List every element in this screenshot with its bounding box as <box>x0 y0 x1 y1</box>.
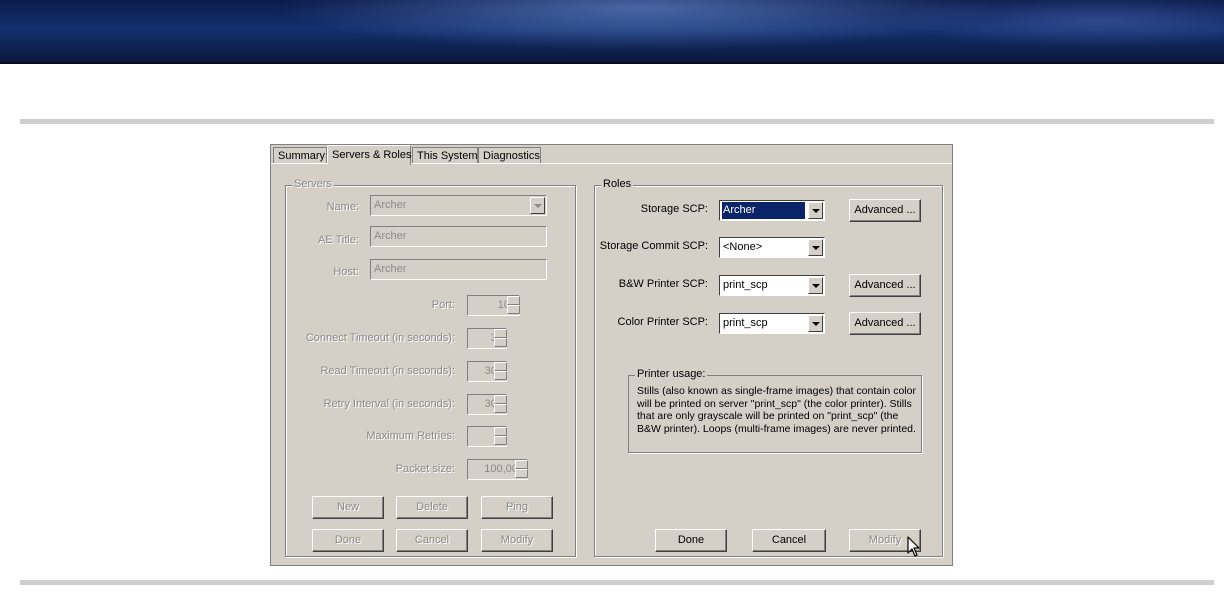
max-retries-arrows[interactable] <box>494 427 507 446</box>
chevron-down-icon <box>533 203 542 208</box>
name-label: Name: <box>326 201 359 213</box>
printer-usage-box: Printer usage: Stills (also known as sin… <box>628 368 922 453</box>
retry-interval-label: Retry Interval (in seconds): <box>323 398 455 410</box>
name-select-value: Archer <box>374 199 407 211</box>
name-dropdown-button[interactable] <box>530 197 545 214</box>
host-label: Host: <box>333 266 359 278</box>
storage-commit-label: Storage Commit SCP: <box>599 240 708 252</box>
color-printer-dropdown-button[interactable] <box>808 315 823 332</box>
tab-diagnostics[interactable]: Diagnostics <box>478 147 541 164</box>
chevron-down-icon <box>811 321 820 326</box>
color-printer-label: Color Printer SCP: <box>617 316 708 328</box>
bw-printer-advanced-button[interactable]: Advanced ... <box>849 274 921 297</box>
roles-cancel-button[interactable]: Cancel <box>752 529 826 552</box>
max-retries-spinner[interactable]: 3 <box>467 426 507 447</box>
bw-printer-select[interactable]: print_scp <box>719 275 825 296</box>
mouse-pointer-icon <box>907 536 920 557</box>
chevron-down-icon <box>811 245 820 250</box>
name-select[interactable]: Archer <box>370 195 547 216</box>
tab-servers-roles[interactable]: Servers & Roles <box>327 145 411 165</box>
chevron-down-icon <box>811 208 820 213</box>
color-printer-advanced-button[interactable]: Advanced ... <box>849 312 921 335</box>
storage-scp-advanced-button[interactable]: Advanced ... <box>849 199 921 222</box>
packet-size-spinner[interactable]: 100,000 <box>467 459 528 480</box>
storage-commit-value: <None> <box>723 241 763 253</box>
bw-printer-value: print_scp <box>723 279 768 291</box>
banner-divider <box>0 62 1224 64</box>
storage-scp-label: Storage SCP: <box>640 203 708 215</box>
servers-done-button[interactable]: Done <box>312 529 384 552</box>
connect-timeout-label: Connect Timeout (in seconds): <box>305 332 455 344</box>
read-timeout-label: Read Timeout (in seconds): <box>320 365 455 377</box>
tab-this-system[interactable]: This System <box>412 147 478 164</box>
read-timeout-spinner[interactable]: 300 <box>467 361 507 382</box>
delete-server-button[interactable]: Delete <box>396 496 468 519</box>
ae-title-label: AE Title: <box>318 234 359 246</box>
servers-modify-button[interactable]: Modify <box>481 529 553 552</box>
port-spinner[interactable]: 104 <box>467 295 520 316</box>
host-input[interactable]: Archer <box>370 259 547 280</box>
printer-usage-title: Printer usage: <box>635 368 708 380</box>
color-printer-select[interactable]: print_scp <box>719 313 825 334</box>
packet-size-arrows[interactable] <box>515 460 528 479</box>
settings-dialog: Summary Servers & Roles This System Diag… <box>270 144 953 566</box>
top-rule <box>20 119 1214 124</box>
port-label: Port: <box>431 299 455 311</box>
storage-scp-value: Archer <box>722 202 805 219</box>
retry-interval-arrows[interactable] <box>494 395 507 414</box>
storage-scp-dropdown-button[interactable] <box>808 202 823 219</box>
new-server-button[interactable]: New <box>312 496 384 519</box>
bw-printer-dropdown-button[interactable] <box>808 277 823 294</box>
retry-interval-spinner[interactable]: 300 <box>467 394 507 415</box>
roles-done-button[interactable]: Done <box>655 529 727 552</box>
ping-server-button[interactable]: Ping <box>481 496 553 519</box>
tab-summary[interactable]: Summary <box>273 147 327 164</box>
bottom-rule <box>20 580 1214 585</box>
storage-commit-dropdown-button[interactable] <box>808 239 823 256</box>
printer-usage-text: Stills (also known as single-frame image… <box>637 385 916 435</box>
packet-size-label: Packet size: <box>395 463 455 475</box>
connect-timeout-spinner[interactable]: 30 <box>467 328 507 349</box>
read-timeout-arrows[interactable] <box>494 362 507 381</box>
header-banner <box>0 0 1224 64</box>
chevron-down-icon <box>811 283 820 288</box>
bw-printer-label: B&W Printer SCP: <box>618 278 708 290</box>
ae-title-input[interactable]: Archer <box>370 226 547 247</box>
roles-group: Roles Storage SCP: Archer Advanced ... S… <box>594 178 943 557</box>
servers-group-title: Servers <box>292 178 334 190</box>
storage-commit-select[interactable]: <None> <box>719 237 825 258</box>
roles-group-title: Roles <box>601 178 634 190</box>
color-printer-value: print_scp <box>723 317 768 329</box>
storage-scp-select[interactable]: Archer <box>719 200 825 221</box>
servers-group: Servers Name: Archer AE Title: Archer Ho… <box>285 178 576 557</box>
connect-timeout-arrows[interactable] <box>494 329 507 348</box>
port-spin-arrows[interactable] <box>507 296 520 315</box>
servers-cancel-button[interactable]: Cancel <box>396 529 468 552</box>
max-retries-label: Maximum Retries: <box>366 430 455 442</box>
